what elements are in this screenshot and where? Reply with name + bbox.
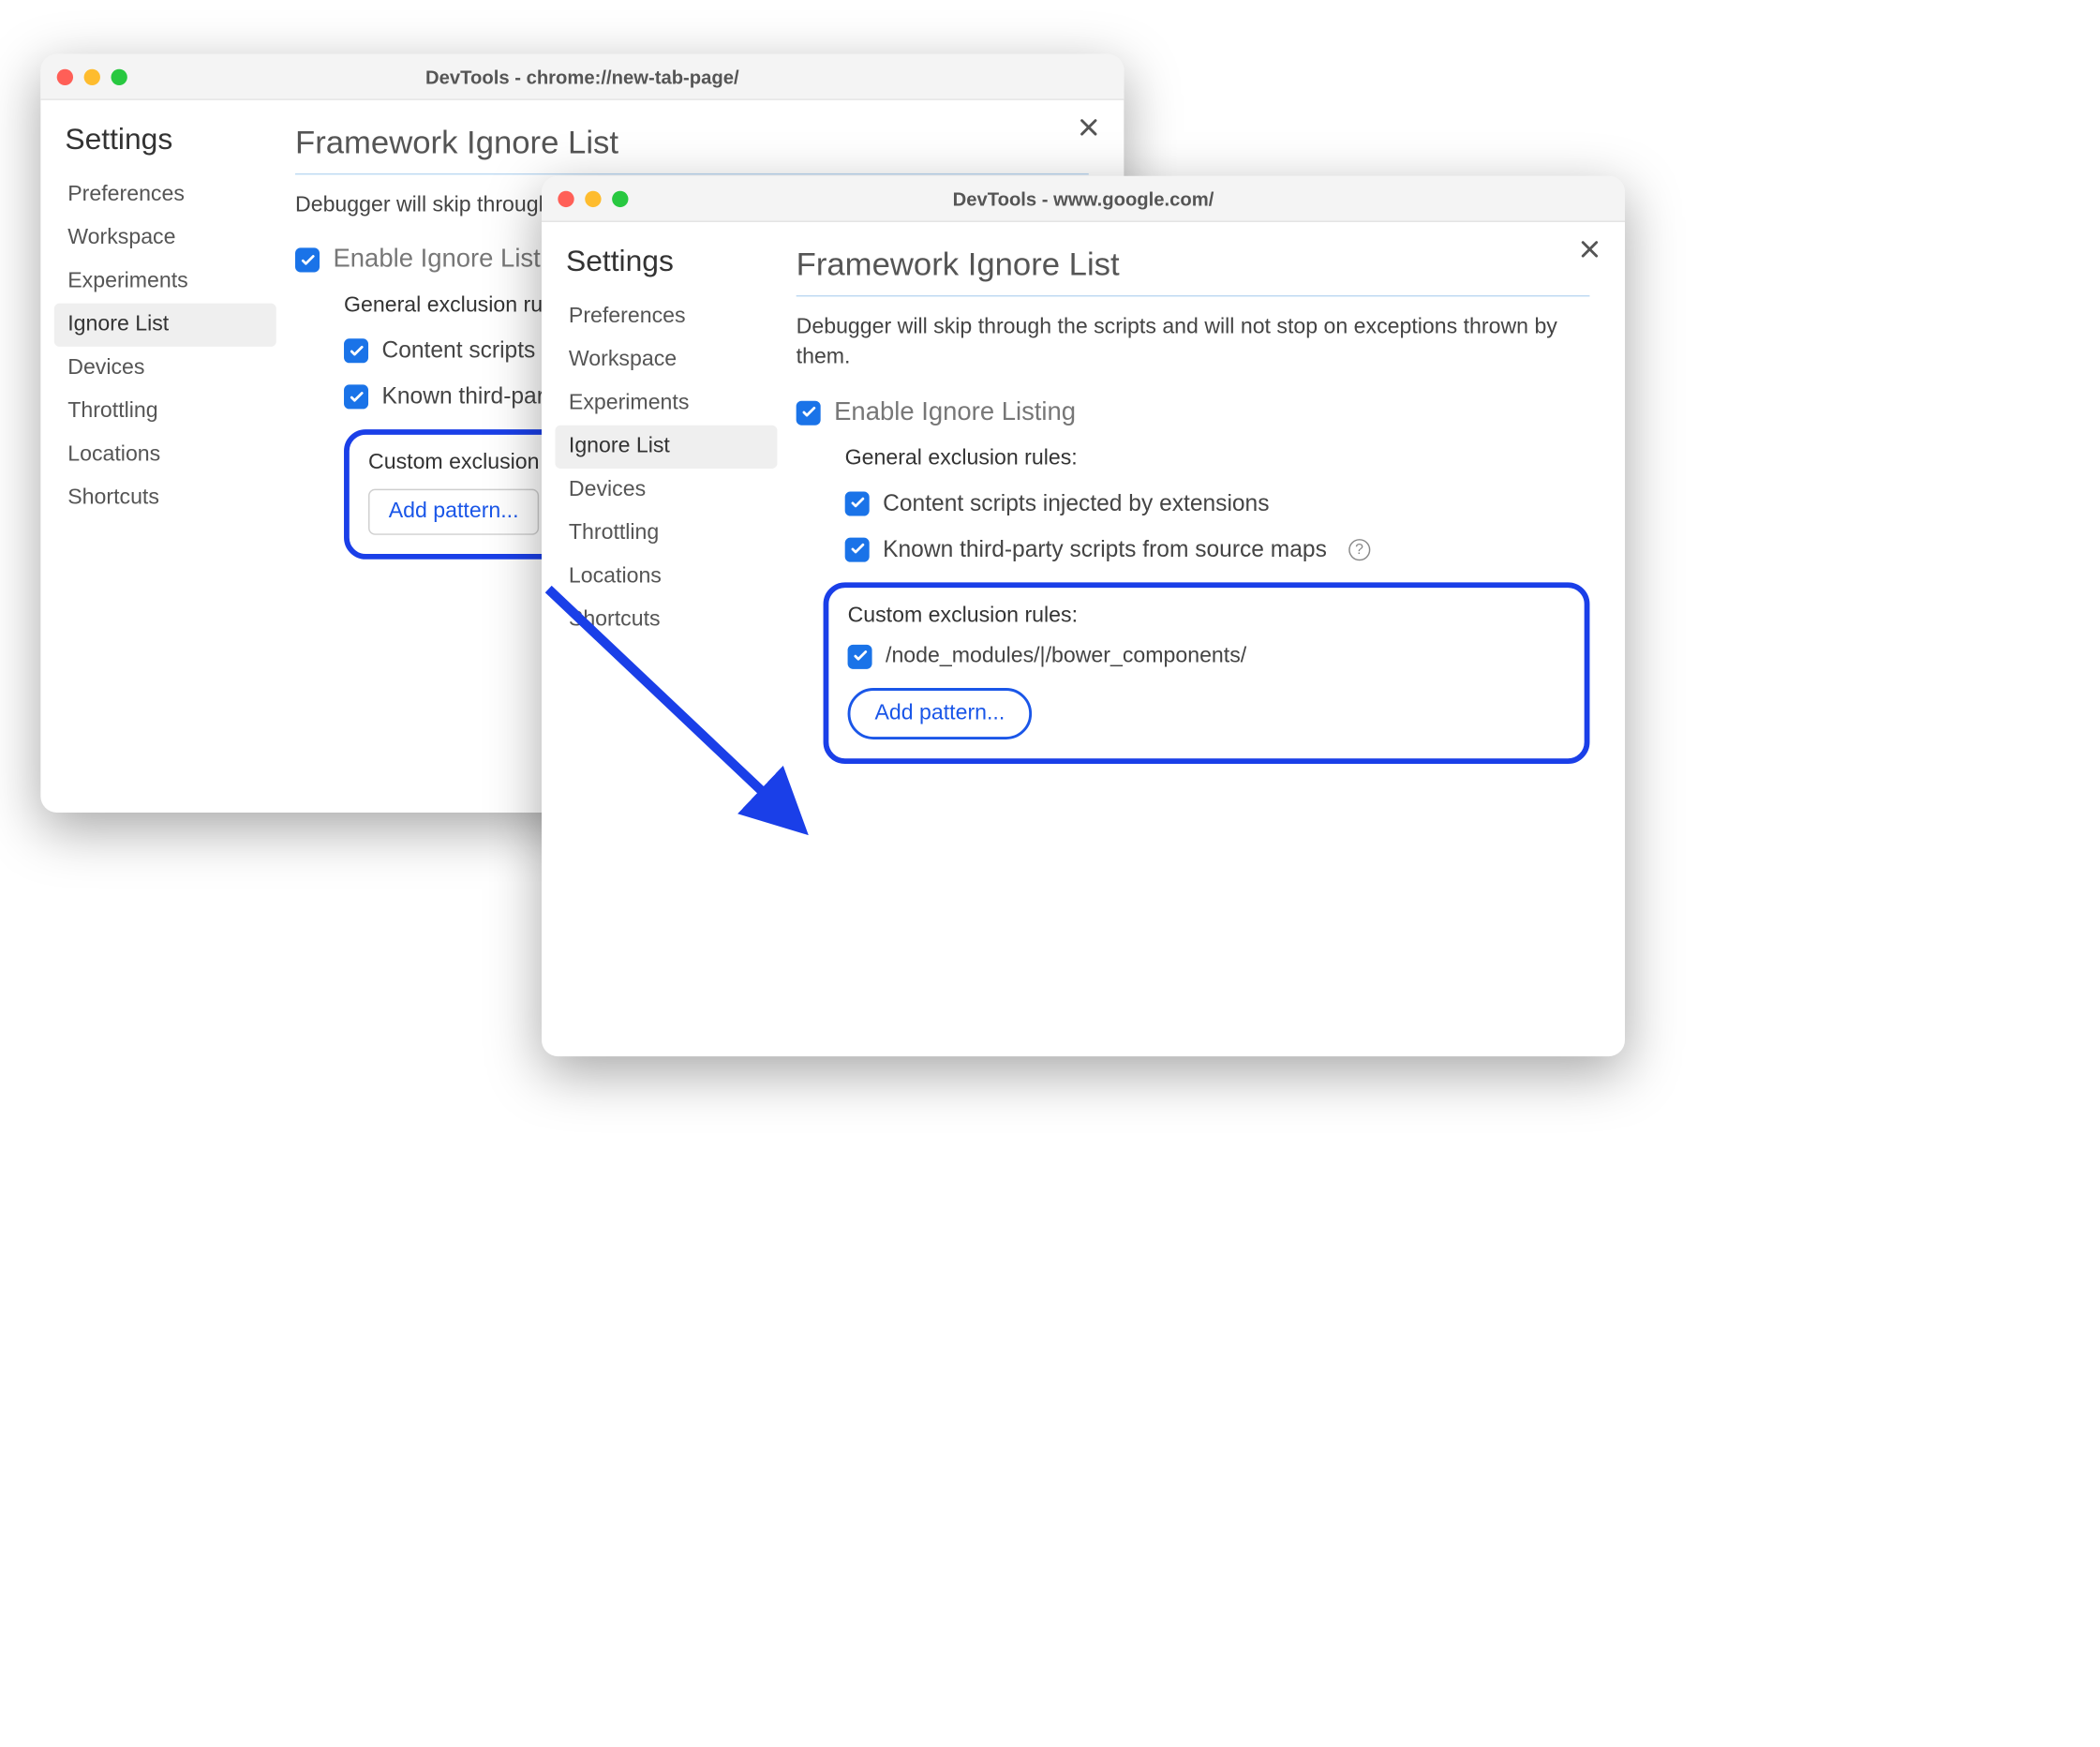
content-scripts-row: Content scripts injected by extensions bbox=[845, 490, 1590, 517]
sidebar-item-workspace[interactable]: Workspace bbox=[555, 338, 777, 381]
sidebar-item-preferences[interactable]: Preferences bbox=[555, 295, 777, 338]
sidebar-item-preferences[interactable]: Preferences bbox=[54, 173, 276, 217]
content-scripts-checkbox[interactable] bbox=[344, 339, 368, 364]
custom-rules-highlight-b: Custom exclusion rules: /node_modules/|/… bbox=[824, 582, 1590, 764]
panel-description: Debugger will skip through the scripts a… bbox=[797, 313, 1590, 374]
sidebar-item-ignore-list[interactable]: Ignore List bbox=[54, 304, 276, 347]
sidebar-item-ignore-list[interactable]: Ignore List bbox=[555, 426, 777, 469]
close-icon[interactable] bbox=[1075, 113, 1102, 147]
content-scripts-checkbox[interactable] bbox=[845, 491, 870, 515]
general-rules-heading: General exclusion rules: bbox=[845, 447, 1590, 471]
third-party-row: Known third-party scripts from source ma… bbox=[845, 536, 1590, 563]
add-pattern-button[interactable]: Add pattern... bbox=[848, 688, 1033, 739]
main-panel-b: Framework Ignore List Debugger will skip… bbox=[785, 222, 1625, 1056]
sidebar-item-throttling[interactable]: Throttling bbox=[54, 390, 276, 433]
close-window-button[interactable] bbox=[558, 190, 573, 206]
minimize-window-button[interactable] bbox=[585, 190, 601, 206]
titlebar-b: DevTools - www.google.com/ bbox=[542, 176, 1625, 222]
window-title-a: DevTools - chrome://new-tab-page/ bbox=[40, 66, 1124, 87]
add-pattern-button[interactable]: Add pattern... bbox=[368, 489, 539, 535]
maximize-window-button[interactable] bbox=[111, 68, 127, 84]
sidebar-item-locations[interactable]: Locations bbox=[54, 433, 276, 476]
third-party-label: Known third-party scripts from source ma… bbox=[883, 536, 1327, 563]
third-party-checkbox[interactable] bbox=[845, 537, 870, 561]
panel-title: Framework Ignore List bbox=[797, 246, 1590, 296]
content-scripts-label: Content scripts injected by extensions bbox=[883, 490, 1269, 517]
custom-rules-heading: Custom exclusion rules: bbox=[848, 604, 1566, 628]
help-icon[interactable]: ? bbox=[1348, 539, 1370, 560]
custom-pattern-value: /node_modules/|/bower_components/ bbox=[886, 645, 1246, 669]
third-party-checkbox[interactable] bbox=[344, 385, 368, 410]
sidebar-title: Settings bbox=[555, 238, 777, 295]
sidebar-title: Settings bbox=[54, 116, 276, 173]
enable-ignore-listing-row: Enable Ignore Listing bbox=[797, 398, 1590, 428]
enable-ignore-listing-checkbox[interactable] bbox=[797, 400, 821, 425]
sidebar-item-workspace[interactable]: Workspace bbox=[54, 217, 276, 260]
minimize-window-button[interactable] bbox=[84, 68, 100, 84]
sidebar-item-locations[interactable]: Locations bbox=[555, 555, 777, 598]
maximize-window-button[interactable] bbox=[612, 190, 628, 206]
devtools-window-b: DevTools - www.google.com/ Settings Pref… bbox=[542, 176, 1625, 1056]
enable-ignore-listing-checkbox[interactable] bbox=[295, 248, 320, 273]
titlebar-a: DevTools - chrome://new-tab-page/ bbox=[40, 54, 1124, 100]
sidebar-item-shortcuts[interactable]: Shortcuts bbox=[555, 599, 777, 642]
sidebar-b: Settings Preferences Workspace Experimen… bbox=[542, 222, 785, 1056]
panel-title: Framework Ignore List bbox=[295, 125, 1089, 174]
enable-ignore-listing-label: Enable Ignore Listing bbox=[834, 398, 1076, 428]
close-icon[interactable] bbox=[1576, 235, 1603, 269]
sidebar-item-shortcuts[interactable]: Shortcuts bbox=[54, 477, 276, 520]
sidebar-item-experiments[interactable]: Experiments bbox=[54, 260, 276, 303]
sidebar-item-throttling[interactable]: Throttling bbox=[555, 512, 777, 555]
custom-pattern-checkbox[interactable] bbox=[848, 645, 872, 669]
close-window-button[interactable] bbox=[57, 68, 73, 84]
sidebar-item-devices[interactable]: Devices bbox=[555, 469, 777, 512]
custom-pattern-row: /node_modules/|/bower_components/ bbox=[848, 645, 1566, 669]
window-title-b: DevTools - www.google.com/ bbox=[542, 187, 1625, 209]
sidebar-item-devices[interactable]: Devices bbox=[54, 347, 276, 390]
sidebar-item-experiments[interactable]: Experiments bbox=[555, 381, 777, 425]
enable-ignore-listing-label: Enable Ignore Listing bbox=[333, 246, 574, 276]
sidebar-a: Settings Preferences Workspace Experimen… bbox=[40, 100, 284, 813]
